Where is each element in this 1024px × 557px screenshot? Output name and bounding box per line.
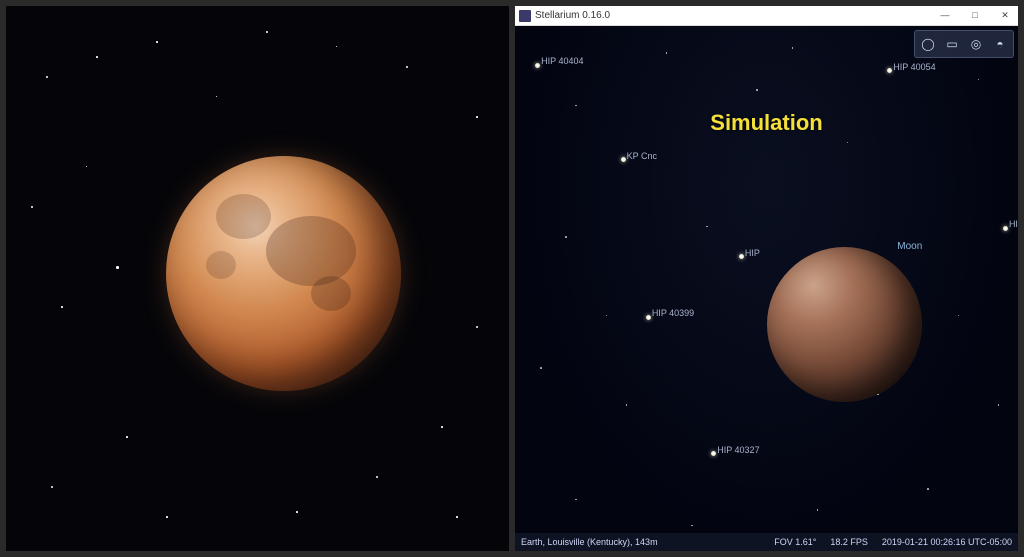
- photo-star: [476, 326, 478, 328]
- app-icon: [519, 10, 531, 22]
- sim-star: [998, 404, 1000, 406]
- star-label: HIP 40399: [652, 308, 694, 318]
- photo-star: [441, 426, 443, 428]
- star-label: HIP: [1009, 219, 1018, 229]
- sim-star: [847, 142, 849, 144]
- sim-star: [666, 52, 668, 54]
- moon-label: Moon: [897, 241, 922, 252]
- labeled-star[interactable]: [711, 451, 716, 456]
- sim-star: [606, 315, 608, 317]
- labeled-star[interactable]: [535, 63, 540, 68]
- labeled-star[interactable]: [1003, 226, 1008, 231]
- photo-star: [266, 31, 268, 33]
- sim-star: [817, 509, 819, 511]
- sim-star: [565, 236, 567, 238]
- sim-star: [575, 105, 577, 107]
- sim-star: [540, 367, 542, 369]
- photo-star: [456, 516, 458, 518]
- star-label: HIP 40404: [541, 56, 583, 66]
- window-controls: — □ ✕: [936, 10, 1014, 21]
- ocular-toolbar: ◯ ▭ ◎ ◓: [914, 30, 1014, 58]
- sim-star: [792, 47, 794, 49]
- photo-star: [126, 436, 128, 438]
- photo-star: [31, 206, 33, 208]
- photo-star: [336, 46, 337, 47]
- stellarium-window: Stellarium 0.16.0 — □ ✕ ◯ ▭ ◎ ◓ Simulati…: [515, 6, 1018, 551]
- photo-panel: [6, 6, 509, 551]
- status-fov: FOV 1.61°: [774, 537, 816, 547]
- sim-star: [626, 404, 628, 406]
- minimize-button[interactable]: —: [936, 10, 954, 21]
- photo-star: [51, 486, 53, 488]
- labeled-star[interactable]: [621, 157, 626, 162]
- labeled-star[interactable]: [646, 315, 651, 320]
- simulated-moon[interactable]: [767, 247, 922, 402]
- labeled-star[interactable]: [887, 68, 892, 73]
- photo-star: [166, 516, 168, 518]
- star-label: HIP 40327: [717, 445, 759, 455]
- photo-star: [476, 116, 478, 118]
- star-label: KP Cnc: [627, 151, 657, 161]
- photo-star: [156, 41, 158, 43]
- photo-star: [376, 476, 378, 478]
- status-fps: 18.2 FPS: [830, 537, 868, 547]
- sim-star: [575, 499, 577, 501]
- photo-star: [406, 66, 408, 68]
- status-location: Earth, Louisville (Kentucky), 143m: [521, 537, 658, 547]
- sim-star: [877, 394, 879, 396]
- window-title: Stellarium 0.16.0: [535, 10, 610, 21]
- ocular-button[interactable]: ◯: [917, 33, 939, 55]
- sensor-button[interactable]: ▭: [941, 33, 963, 55]
- status-bar: Earth, Louisville (Kentucky), 143m FOV 1…: [515, 533, 1018, 551]
- labeled-star[interactable]: [739, 254, 744, 259]
- photo-star: [46, 76, 48, 78]
- window-titlebar: Stellarium 0.16.0 — □ ✕: [515, 6, 1018, 26]
- crosshair-button[interactable]: ◎: [965, 33, 987, 55]
- sim-star: [958, 315, 960, 317]
- star-label: HIP: [745, 248, 760, 258]
- star-label: HIP 40054: [893, 62, 935, 72]
- photo-star: [296, 511, 298, 513]
- status-datetime: 2019-01-21 00:26:16 UTC-05:00: [882, 537, 1012, 547]
- photo-star: [61, 306, 63, 308]
- photo-star: [96, 56, 98, 58]
- sim-star: [927, 488, 929, 490]
- photo-star: [116, 266, 119, 269]
- photo-star: [86, 166, 87, 167]
- sim-star: [706, 226, 708, 228]
- close-button[interactable]: ✕: [996, 10, 1014, 21]
- photo-star: [216, 96, 217, 97]
- telrad-button[interactable]: ◓: [989, 33, 1011, 55]
- sim-star: [756, 89, 758, 91]
- sky-view[interactable]: ◯ ▭ ◎ ◓ Simulation Moon HIP 40404 HIP 400…: [515, 26, 1018, 551]
- simulation-heading: Simulation: [710, 110, 822, 136]
- sim-star: [691, 525, 693, 527]
- sim-star: [978, 79, 980, 81]
- maximize-button[interactable]: □: [966, 10, 984, 21]
- photo-moon: [166, 156, 401, 391]
